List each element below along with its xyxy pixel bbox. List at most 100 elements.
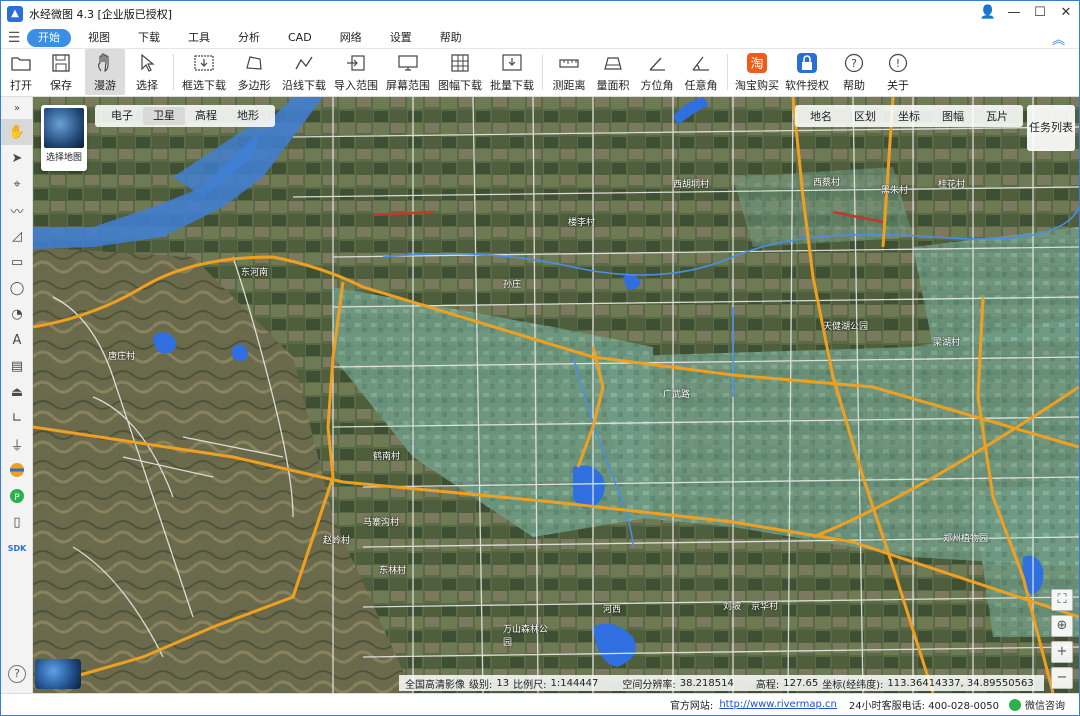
map-label: 西胡垌村 xyxy=(673,180,710,190)
zoom-controls: ⛶ ⊕ + − xyxy=(1051,589,1073,693)
collapse-ribbon-icon[interactable]: ︽ xyxy=(1052,29,1065,48)
fullscreen-icon[interactable]: ⛶ xyxy=(1051,589,1073,611)
map-label: 西蔡村 xyxy=(813,178,841,188)
sheet-download-button[interactable]: 图幅下载 xyxy=(434,49,486,95)
zoom-in-button[interactable]: + xyxy=(1051,641,1073,663)
map-label: 孙庄 xyxy=(503,280,522,290)
polygon-tool-icon[interactable]: ◿ xyxy=(1,223,33,249)
expand-panel-icon[interactable]: » xyxy=(1,97,33,119)
area-tool-icon[interactable]: ⏏ xyxy=(1,379,33,405)
measure-tool-icon[interactable]: ▤ xyxy=(1,353,33,379)
batch-download-button[interactable]: 批量下载 xyxy=(486,49,538,95)
maptype-satellite[interactable]: 卫星 xyxy=(143,107,185,125)
maximize-button[interactable]: ☐ xyxy=(1027,1,1053,27)
overlay-placenames[interactable]: 地名 xyxy=(799,108,843,124)
ribbon-toolbar: 打开 保存 漫游 选择 框选下载 多边形 沿线下载 导入范围 屏幕范围 图幅下载… xyxy=(1,49,1079,97)
menu-start[interactable]: 开始 xyxy=(27,28,71,47)
map-canvas[interactable]: 东河南 鹤南村 马寨沟村 赵岭村 东林村 万山森林公园 河西 郑州植物园 天健湖… xyxy=(33,97,1079,693)
screen-range-button[interactable]: 屏幕范围 xyxy=(382,49,434,95)
svg-text:!: ! xyxy=(896,57,900,70)
measure-area-button[interactable]: 量面积 xyxy=(591,49,635,95)
save-button[interactable]: 保存 xyxy=(41,49,81,95)
pointer-tool-icon[interactable]: ➤ xyxy=(1,145,33,171)
toolbar-divider xyxy=(542,54,543,90)
pan-button[interactable]: 漫游 xyxy=(85,49,125,95)
hand-tool-icon[interactable]: ✋ xyxy=(1,119,33,145)
line-tool-icon[interactable]: 〰 xyxy=(1,197,33,223)
line-download-label: 沿线下载 xyxy=(282,79,326,92)
scale-value: 1:144447 xyxy=(550,677,599,689)
menu-analysis[interactable]: 分析 xyxy=(227,29,271,47)
plugin-icon[interactable]: P xyxy=(1,483,33,509)
menu-view[interactable]: 视图 xyxy=(77,29,121,47)
license-button[interactable]: 软件授权 xyxy=(782,49,832,95)
rectangle-tool-icon[interactable]: ▭ xyxy=(1,249,33,275)
wechat-consult[interactable]: 微信咨询 xyxy=(1025,697,1065,712)
map-label: 鹤南村 xyxy=(373,452,401,462)
website-link[interactable]: http://www.rivermap.cn xyxy=(719,699,837,710)
measure-area-label: 量面积 xyxy=(596,79,630,92)
toolbar-divider xyxy=(173,54,174,90)
phone-icon[interactable]: ▯ xyxy=(1,509,33,535)
polygon-icon xyxy=(243,53,265,73)
angle-tool-icon[interactable]: ∟ xyxy=(1,405,33,431)
menu-download[interactable]: 下载 xyxy=(127,29,171,47)
maptype-terrain[interactable]: 地形 xyxy=(227,107,269,125)
any-angle-label: 任意角 xyxy=(684,79,718,92)
minimize-button[interactable]: — xyxy=(1001,1,1027,27)
user-icon[interactable]: 👤 xyxy=(975,1,1001,27)
help-label: 帮助 xyxy=(843,79,865,92)
map-source: 全国高清影像 xyxy=(405,679,465,691)
text-tool-icon[interactable]: A xyxy=(1,327,33,353)
svg-text:P: P xyxy=(14,493,20,503)
menu-help[interactable]: 帮助 xyxy=(429,29,473,47)
marker-tool-icon[interactable]: ⌖ xyxy=(1,171,33,197)
color-globe-icon[interactable] xyxy=(1,457,33,483)
map-thumbnail xyxy=(44,108,84,148)
help-circle-icon[interactable]: ? xyxy=(8,665,26,683)
map-label: 马寨沟村 xyxy=(363,518,400,528)
task-list-button[interactable]: 任务列表 xyxy=(1027,105,1075,151)
help-button[interactable]: ? 帮助 xyxy=(832,49,876,95)
menu-tools[interactable]: 工具 xyxy=(177,29,221,47)
menu-settings[interactable]: 设置 xyxy=(379,29,423,47)
about-button[interactable]: ! 关于 xyxy=(876,49,920,95)
menu-network[interactable]: 网络 xyxy=(329,29,373,47)
hamburger-menu-icon[interactable]: ☰ xyxy=(1,30,27,46)
app-logo-icon: ▲ xyxy=(7,6,23,22)
open-button[interactable]: 打开 xyxy=(1,49,41,95)
polygon-button[interactable]: 多边形 xyxy=(230,49,278,95)
overlay-coordinates[interactable]: 坐标 xyxy=(887,108,931,124)
zoom-out-button[interactable]: − xyxy=(1051,667,1073,689)
maptype-electronic[interactable]: 电子 xyxy=(101,107,143,125)
overlay-districts[interactable]: 区划 xyxy=(843,108,887,124)
map-label: 梁湖村 xyxy=(933,338,961,348)
select-button[interactable]: 选择 xyxy=(125,49,169,95)
save-label: 保存 xyxy=(50,79,72,92)
sdk-icon[interactable]: SDK xyxy=(1,535,33,561)
wechat-icon[interactable] xyxy=(1009,698,1021,711)
box-download-button[interactable]: 框选下载 xyxy=(178,49,230,95)
profile-tool-icon[interactable]: ⏚ xyxy=(1,431,33,457)
any-angle-button[interactable]: 任意角 xyxy=(679,49,723,95)
layer-picker[interactable]: 选择地图 xyxy=(41,105,87,171)
import-icon xyxy=(345,53,367,73)
maptype-elevation[interactable]: 高程 xyxy=(185,107,227,125)
measure-distance-button[interactable]: 测距离 xyxy=(547,49,591,95)
overlay-sheets[interactable]: 图幅 xyxy=(931,108,975,124)
circle-tool-icon[interactable]: ◯ xyxy=(1,275,33,301)
menu-cad[interactable]: CAD xyxy=(277,29,323,47)
sector-tool-icon[interactable]: ◔ xyxy=(1,301,33,327)
license-label: 软件授权 xyxy=(785,79,829,92)
level-label: 级别: xyxy=(469,679,493,691)
azimuth-button[interactable]: 方位角 xyxy=(635,49,679,95)
overlay-tiles[interactable]: 瓦片 xyxy=(975,108,1019,124)
title-bar: ▲ 水经微图 4.3 [企业版已授权] 👤 — ☐ ✕ xyxy=(1,1,1079,27)
polyline-icon xyxy=(293,53,315,73)
line-download-button[interactable]: 沿线下载 xyxy=(278,49,330,95)
globe-icon[interactable] xyxy=(35,659,81,689)
locate-icon[interactable]: ⊕ xyxy=(1051,615,1073,637)
taobao-button[interactable]: 淘 淘宝购买 xyxy=(732,49,782,95)
import-range-button[interactable]: 导入范围 xyxy=(330,49,382,95)
close-button[interactable]: ✕ xyxy=(1053,1,1079,27)
